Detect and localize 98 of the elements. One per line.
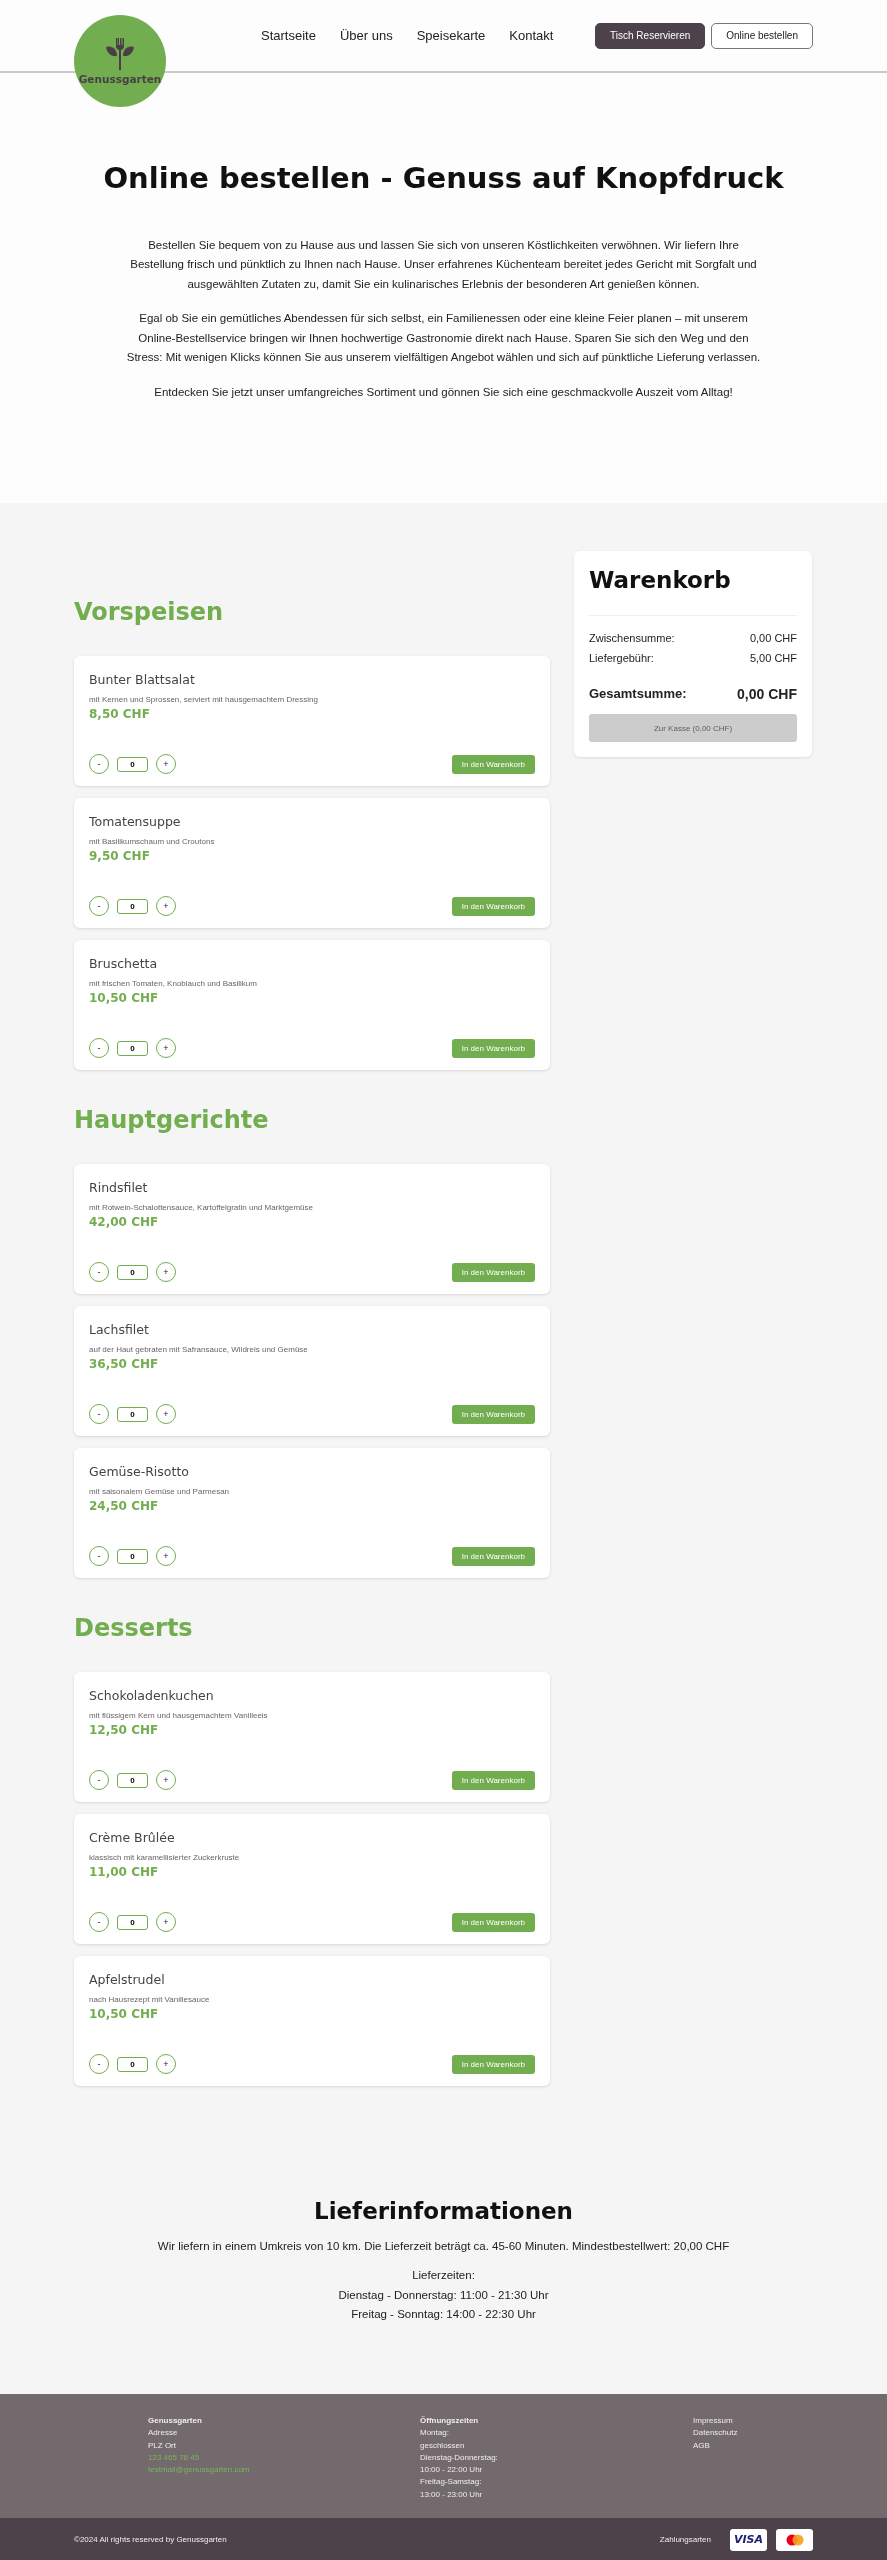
decrease-button[interactable]: -: [89, 1404, 109, 1424]
intro-paragraph: Bestellen Sie bequem von zu Hause aus und lassen Sie sich von unseren Köstlichkeiten verwöhnen. Wir liefern Ihre Bestellung frisch und pünktlich zu Ihnen nach Hause. Unser erfahrenes Küchenteam bereitet jedes Gericht mit Sorgfalt und ausgewählten Zutaten zu, damit Sie ein kulinarisches Erlebnis der besonderen Art genießen können.: [129, 237, 758, 292]
mastercard-logo-icon: [785, 2533, 804, 2546]
copyright-text: ©2024 All rights reserved by Genussgarten: [74, 2535, 227, 2544]
delivery-text: Wir liefern in einem Umkreis von 10 km. Die Lieferzeit beträgt ca. 45-60 Minuten. Mindestbestellwert: 20,00 CHF: [156, 2240, 731, 2252]
item-name: Crème Brûlée: [89, 1830, 176, 1845]
item-description: mit frischen Tomaten, Knoblauch und Basilikum: [89, 979, 258, 988]
quantity-field[interactable]: 0: [117, 1914, 148, 1930]
item-description: klassisch mit karamellisierter Zuckerkruste: [89, 1853, 241, 1862]
delivery-hours-line: Lieferzeiten:: [412, 2268, 475, 2283]
item-description: mit Rotwein-Schalottensauce, Kartoffelgratin und Marktgemüse: [89, 1203, 314, 1212]
quantity-field[interactable]: 0: [117, 2056, 148, 2072]
decrease-button[interactable]: -: [89, 896, 109, 916]
footer-text: Dienstag-Donnerstag:: [420, 2451, 498, 2464]
increase-button[interactable]: +: [156, 1770, 176, 1790]
item-description: mit Basilikumschaum und Croutons: [89, 837, 216, 846]
item-description: nach Hausrezept mit Vanillesauce: [89, 1995, 211, 2004]
cart-title: Warenkorb: [589, 567, 797, 616]
decrease-button[interactable]: -: [89, 1546, 109, 1566]
nav-link[interactable]: Startseite: [261, 28, 316, 43]
footer-link[interactable]: Datenschutz: [693, 2427, 738, 2440]
increase-button[interactable]: +: [156, 2054, 176, 2074]
item-price: 42,00 CHF: [89, 1215, 160, 1229]
item-name: Schokoladenkuchen: [89, 1688, 215, 1703]
cart-value: 5,00 CHF: [749, 651, 797, 666]
increase-button[interactable]: +: [156, 1262, 176, 1282]
item-name: Lachsfilet: [89, 1322, 150, 1337]
item-description: auf der Haut gebraten mit Safransauce, Wildreis und Gemüse: [89, 1345, 309, 1354]
item-description: mit saisonalem Gemüse und Parmesan: [89, 1487, 231, 1496]
reserve-button[interactable]: Tisch Reservieren: [595, 22, 706, 49]
item-price: 8,50 CHF: [89, 707, 151, 721]
footer-text: 13:00 - 23:00 Uhr: [420, 2488, 483, 2501]
category-title: Hauptgerichte: [74, 1106, 270, 1136]
quantity-field[interactable]: 0: [117, 1264, 148, 1280]
item-name: Apfelstrudel: [89, 1972, 166, 1987]
nav-link[interactable]: Kontakt: [509, 28, 554, 43]
increase-button[interactable]: +: [156, 1546, 176, 1566]
intro-paragraph: Egal ob Sie ein gemütliches Abendessen für sich selbst, ein Familienessen oder eine kleine Feier planen – mit unserem Online-Bestellservice bringen wir Ihnen hochwertige Gastronomie direkt nach Hause. Sparen Sie sich den Weg und den Stress: Mit wenigen Klicks können Sie aus unserem vielfältigen Angebot wählen und sich auf pünktliche Lieferung verlassen.: [125, 311, 762, 366]
footer-link[interactable]: AGB: [693, 2439, 710, 2452]
quantity-field[interactable]: 0: [117, 898, 148, 914]
visa-logo: VISA: [733, 2533, 763, 2546]
decrease-button[interactable]: -: [89, 1912, 109, 1932]
item-price: 10,50 CHF: [89, 991, 160, 1005]
logo[interactable]: Genussgarten: [74, 15, 166, 107]
item-price: 11,00 CHF: [89, 1865, 160, 1879]
delivery-hours-line: Dienstag - Donnerstag: 11:00 - 21:30 Uhr: [338, 2287, 549, 2303]
logo-text: Genussgarten: [78, 73, 162, 85]
decrease-button[interactable]: -: [89, 1262, 109, 1282]
page-title: Online bestellen - Genuss auf Knopfdruck: [102, 160, 785, 197]
increase-button[interactable]: +: [156, 1038, 176, 1058]
footer-link[interactable]: Impressum: [693, 2415, 733, 2428]
footer-text: PLZ Ort: [148, 2439, 176, 2452]
increase-button[interactable]: +: [156, 754, 176, 774]
cart-label: Liefergebühr:: [589, 651, 654, 666]
payment-label: Zahlungsarten: [659, 2535, 711, 2544]
item-description: mit Kernen und Sprossen, serviert mit hausgemachtem Dressing: [89, 695, 319, 704]
item-price: 9,50 CHF: [89, 849, 151, 863]
quantity-field[interactable]: 0: [117, 756, 148, 772]
nav-link[interactable]: Über uns: [339, 28, 393, 43]
footer-text: Montag:: [420, 2427, 449, 2440]
item-price: 10,50 CHF: [89, 2007, 160, 2021]
decrease-button[interactable]: -: [89, 2054, 109, 2074]
item-price: 12,50 CHF: [89, 1723, 160, 1737]
increase-button[interactable]: +: [156, 1912, 176, 1932]
category-title: Desserts: [74, 1614, 194, 1644]
item-name: Bruschetta: [89, 956, 159, 971]
decrease-button[interactable]: -: [89, 1770, 109, 1790]
total-value: 0,00 CHF: [737, 686, 797, 702]
cart-label: Zwischensumme:: [589, 631, 675, 646]
quantity-field[interactable]: 0: [117, 1772, 148, 1788]
item-price: 24,50 CHF: [89, 1499, 160, 1513]
item-price: 36,50 CHF: [89, 1357, 160, 1371]
quantity-field[interactable]: 0: [117, 1406, 148, 1422]
total-label: Gesamtsumme:: [589, 686, 687, 702]
footer-heading: Öffnungszeiten: [420, 2415, 479, 2427]
footer-heading: Genussgarten: [148, 2415, 202, 2427]
delivery-title: Lieferinformationen: [313, 2198, 574, 2224]
item-name: Bunter Blattsalat: [89, 672, 196, 687]
footer-text: geschlossen: [420, 2439, 465, 2452]
intro-paragraph: Entdecken Sie jetzt unser umfangreiches Sortiment und gönnen Sie sich eine geschmackvolle Auszeit vom Alltag!: [153, 384, 734, 400]
decrease-button[interactable]: -: [89, 1038, 109, 1058]
footer-text: Adresse: [148, 2427, 178, 2440]
item-description: mit flüssigem Kern und hausgemachtem Vanilleeis: [89, 1711, 269, 1720]
decrease-button[interactable]: -: [89, 754, 109, 774]
delivery-hours-line: Freitag - Sonntag: 14:00 - 22:30 Uhr: [351, 2307, 536, 2322]
footer-text: Freitag-Samstag:: [420, 2476, 482, 2489]
item-name: Gemüse-Risotto: [89, 1464, 190, 1479]
quantity-field[interactable]: 0: [117, 1548, 148, 1564]
item-name: Tomatensuppe: [89, 814, 182, 829]
quantity-field[interactable]: 0: [117, 1040, 148, 1056]
category-title: Vorspeisen: [74, 598, 225, 628]
cart-value: 0,00 CHF: [749, 631, 797, 646]
nav-link[interactable]: Speisekarte: [416, 28, 486, 43]
increase-button[interactable]: +: [156, 896, 176, 916]
item-name: Rindsfilet: [89, 1180, 149, 1195]
increase-button[interactable]: +: [156, 1404, 176, 1424]
order-button[interactable]: Online bestellen: [711, 22, 813, 49]
footer-text: 10:00 - 22:00 Uhr: [420, 2464, 483, 2477]
